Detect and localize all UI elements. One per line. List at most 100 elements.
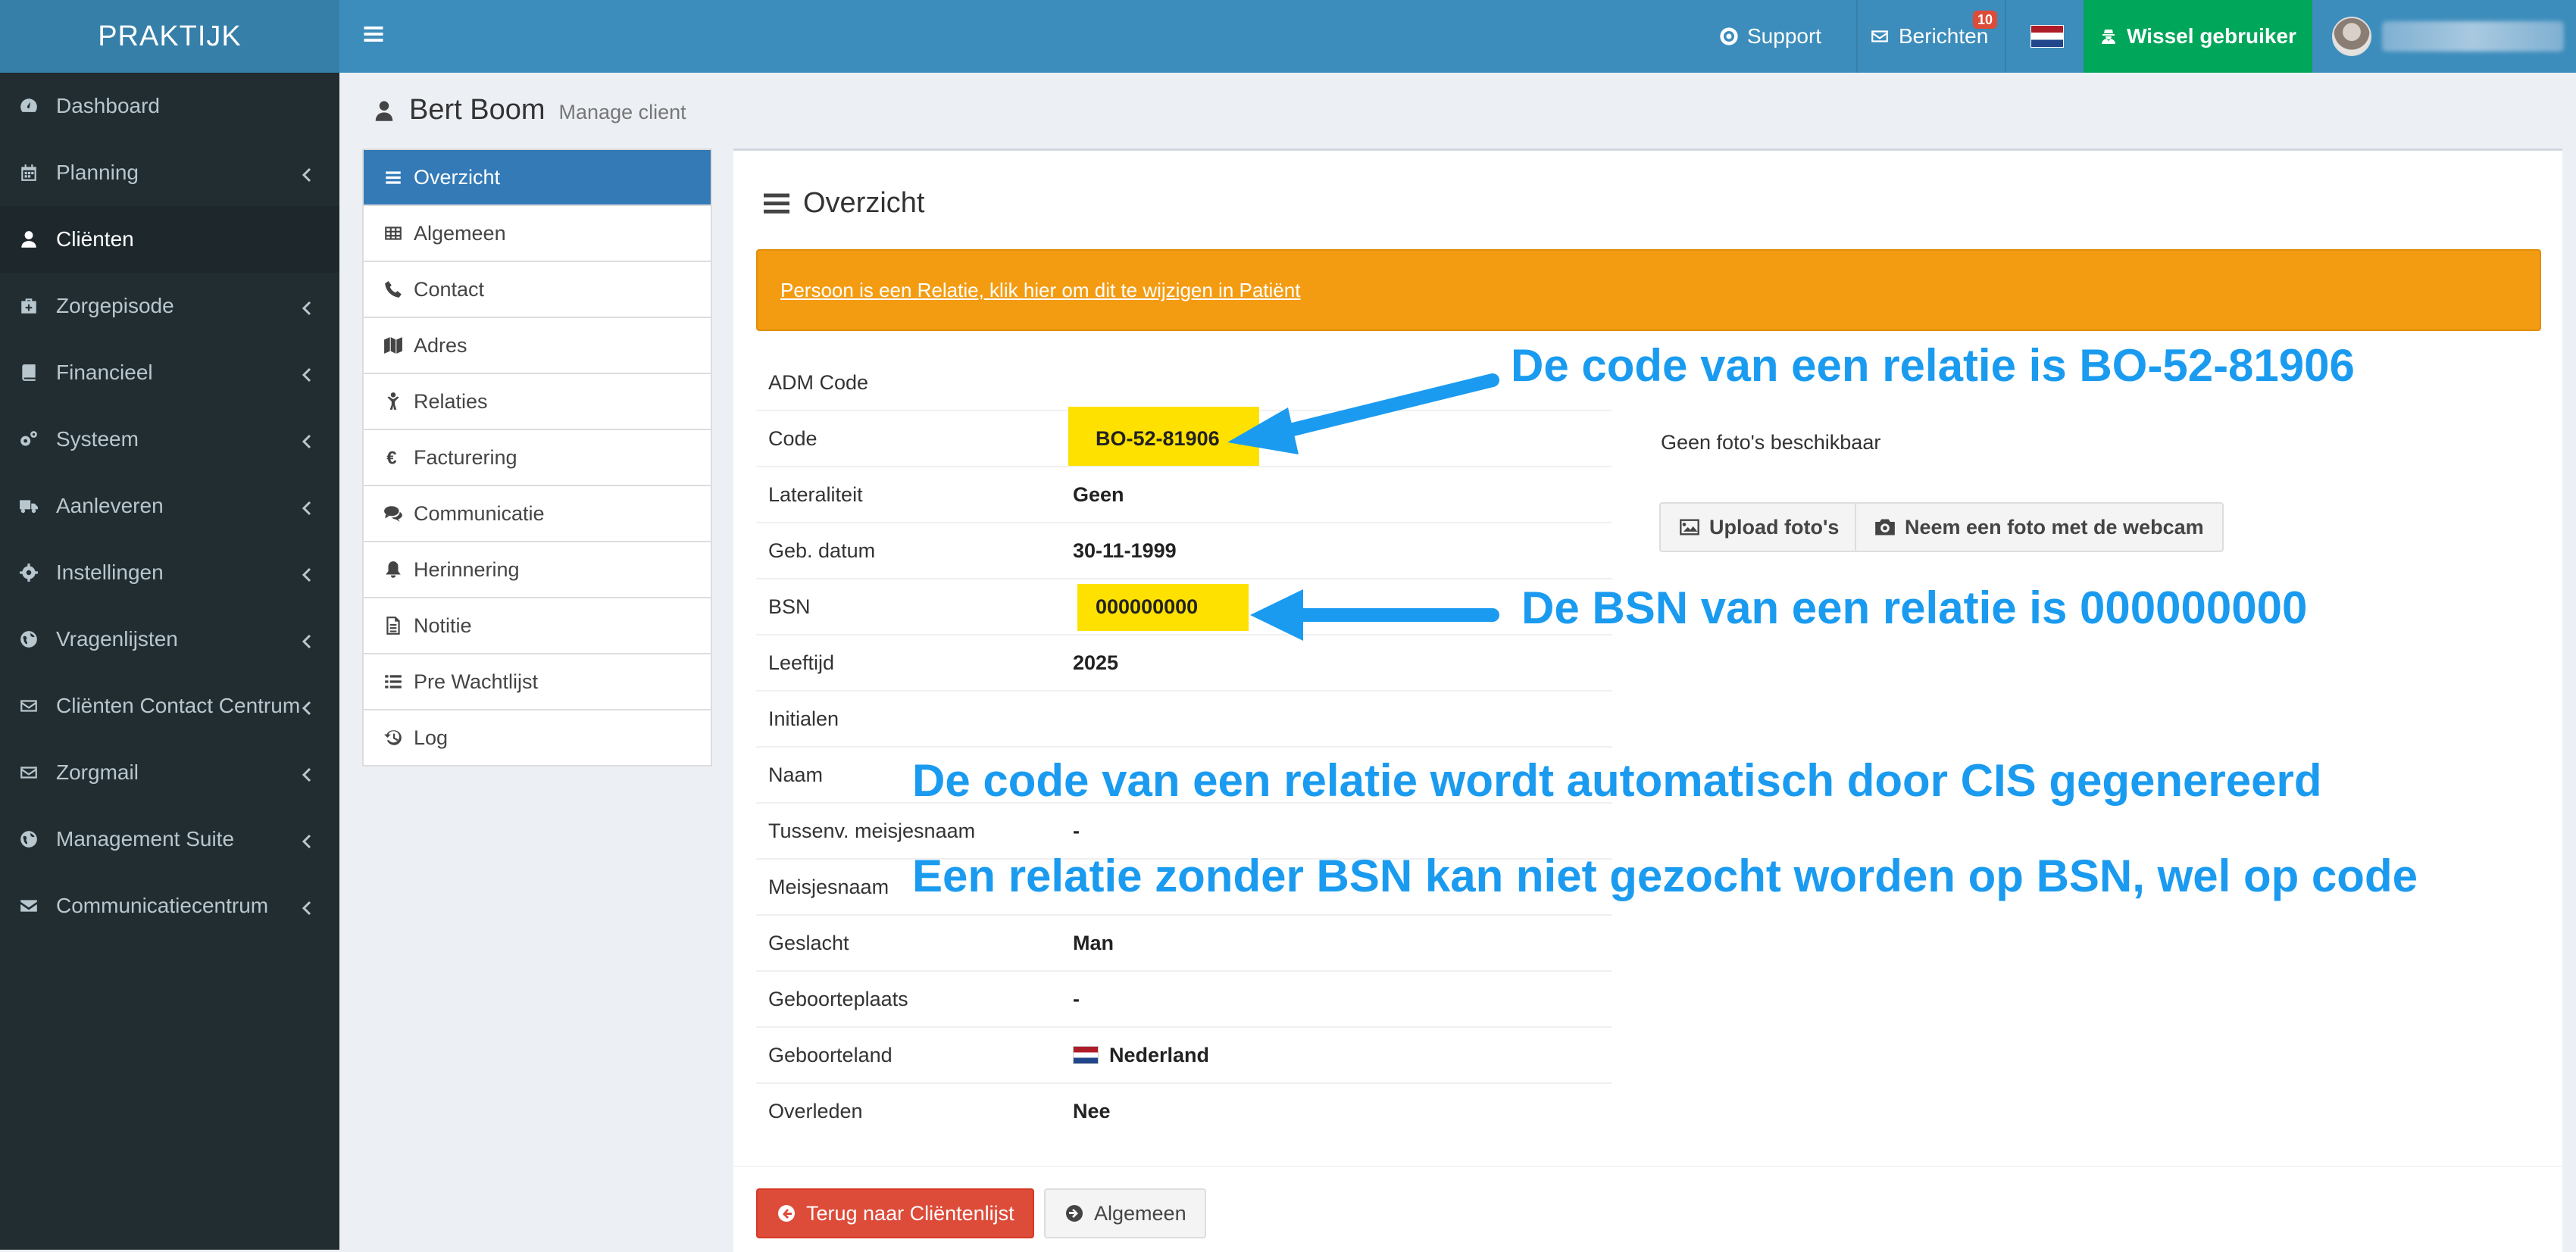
detail-label: BSN bbox=[768, 595, 811, 618]
detail-value-country: Nederland bbox=[1073, 1044, 1209, 1067]
sidebar-item-label: Financieel bbox=[56, 361, 153, 384]
arrow-to-code-icon bbox=[1227, 373, 1499, 454]
tab-herinnering[interactable]: Herinnering bbox=[364, 542, 711, 598]
user-name-blurred bbox=[2382, 21, 2564, 52]
client-details: ADM Code Code BO-52-81906 Lateraliteit Ge… bbox=[756, 355, 1612, 1138]
euro-icon: € bbox=[383, 448, 403, 467]
panel-header: Overzicht bbox=[764, 187, 924, 220]
webcam-photo-button[interactable]: Neem een foto met de webcam bbox=[1855, 502, 2224, 552]
chevron-left-icon bbox=[302, 498, 312, 516]
sidebar-item-label: Systeem bbox=[56, 427, 139, 451]
truck-icon bbox=[18, 495, 39, 517]
sidebar-item-dashboard[interactable]: Dashboard bbox=[0, 73, 339, 139]
sidebar-item-zorgmail[interactable]: Zorgmail bbox=[0, 739, 339, 806]
sidebar-item-financieel[interactable]: Financieel bbox=[0, 339, 339, 406]
annotation-bsn: De BSN van een relatie is 000000000 bbox=[1521, 582, 2308, 633]
detail-label: ADM Code bbox=[768, 370, 869, 394]
language-selector[interactable] bbox=[2030, 0, 2064, 73]
sidebar-item-clienten[interactable]: Cliënten bbox=[0, 206, 339, 273]
map-icon bbox=[383, 336, 403, 355]
tab-notitie[interactable]: Notitie bbox=[364, 598, 711, 654]
tab-label: Log bbox=[414, 726, 449, 749]
list-icon bbox=[383, 672, 403, 692]
detail-label: Overleden bbox=[768, 1099, 863, 1122]
menu-toggle-icon[interactable] bbox=[362, 23, 388, 48]
envelope-filled-icon bbox=[18, 895, 39, 916]
detail-label: Tussenv. meisjesnaam bbox=[768, 819, 976, 842]
user-icon bbox=[375, 101, 393, 121]
annotation-auto-generated: De code van een relatie wordt automatisc… bbox=[912, 755, 2322, 806]
support-link[interactable]: Support bbox=[1718, 0, 1821, 73]
file-text-icon bbox=[383, 616, 403, 635]
chevron-left-icon bbox=[302, 764, 312, 782]
chevron-left-icon bbox=[302, 698, 312, 716]
tab-label: Notitie bbox=[414, 614, 472, 637]
detail-label: Code bbox=[768, 426, 818, 450]
user-menu[interactable] bbox=[2332, 0, 2564, 73]
detail-value-code: BO-52-81906 bbox=[1096, 426, 1220, 450]
tab-log[interactable]: Log bbox=[364, 710, 711, 765]
detail-row-geb-datum: Geb. datum 30-11-1999 bbox=[756, 523, 1612, 579]
sidebar-item-management-suite[interactable]: Management Suite bbox=[0, 806, 339, 873]
chevron-left-icon bbox=[302, 364, 312, 382]
detail-label: Lateraliteit bbox=[768, 482, 863, 506]
sidebar-item-instellingen[interactable]: Instellingen bbox=[0, 539, 339, 606]
tab-adres[interactable]: Adres bbox=[364, 318, 711, 374]
back-to-clientlist-button[interactable]: Terug naar Cliëntenlijst bbox=[756, 1188, 1034, 1238]
sidebar-item-label: Zorgepisode bbox=[56, 294, 174, 317]
detail-label: Geboorteland bbox=[768, 1043, 893, 1066]
berichten-link[interactable]: Berichten bbox=[1868, 0, 1988, 73]
detail-label: Initialen bbox=[768, 707, 839, 730]
sidebar-item-communicatiecentrum[interactable]: Communicatiecentrum bbox=[0, 873, 339, 939]
button-label: Upload foto's bbox=[1709, 515, 1840, 539]
tab-algemeen[interactable]: Algemeen bbox=[364, 206, 711, 262]
arrow-circle-left-icon bbox=[778, 1205, 795, 1222]
image-icon bbox=[1680, 519, 1699, 535]
flag-nl-icon bbox=[2030, 25, 2064, 48]
relation-alert: Persoon is een Relatie, klik hier om dit… bbox=[756, 249, 2541, 331]
bell-icon bbox=[383, 560, 403, 579]
tab-relaties[interactable]: Relaties bbox=[364, 374, 711, 430]
tab-label: Contact bbox=[414, 277, 485, 301]
change-to-patient-link[interactable]: Persoon is een Relatie, klik hier om dit… bbox=[780, 279, 1300, 302]
tab-facturering[interactable]: € Facturering bbox=[364, 430, 711, 486]
tab-label: Herinnering bbox=[414, 557, 520, 581]
no-photo-text: Geen foto's beschikbaar bbox=[1661, 431, 1881, 454]
detail-value: - bbox=[1073, 819, 1080, 842]
sidebar-item-clienten-contact-centrum[interactable]: Cliënten Contact Centrum bbox=[0, 673, 339, 739]
table-icon bbox=[383, 223, 403, 243]
country-name: Nederland bbox=[1109, 1043, 1210, 1066]
tab-label: Pre Wachtlijst bbox=[414, 670, 539, 693]
sidebar-item-vragenlijsten[interactable]: Vragenlijsten bbox=[0, 606, 339, 673]
comments-icon bbox=[383, 504, 403, 523]
panel-title: Overzicht bbox=[803, 187, 925, 219]
annotation-code: De code van een relatie is BO-52-81906 bbox=[1511, 340, 2355, 391]
arrow-circle-right-icon bbox=[1066, 1205, 1083, 1222]
brand-logo[interactable]: PRAKTIJK bbox=[0, 0, 339, 73]
chevron-left-icon bbox=[302, 164, 312, 183]
sidebar-item-label: Cliënten Contact Centrum bbox=[56, 694, 301, 717]
tab-label: Communicatie bbox=[414, 501, 545, 525]
algemeen-button[interactable]: Algemeen bbox=[1044, 1188, 1206, 1238]
envelope-icon bbox=[1871, 30, 1888, 42]
sidebar-item-systeem[interactable]: Systeem bbox=[0, 406, 339, 473]
detail-row-lateraliteit: Lateraliteit Geen bbox=[756, 467, 1612, 523]
detail-value: - bbox=[1073, 987, 1080, 1010]
tab-contact[interactable]: Contact bbox=[364, 262, 711, 318]
tab-overzicht[interactable]: Overzicht bbox=[364, 150, 711, 206]
sidebar-item-aanleveren[interactable]: Aanleveren bbox=[0, 473, 339, 539]
sidebar-item-planning[interactable]: Planning bbox=[0, 139, 339, 206]
tab-label: Relaties bbox=[414, 389, 488, 413]
tab-label: Algemeen bbox=[414, 221, 506, 245]
upload-photo-button[interactable]: Upload foto's bbox=[1659, 502, 1859, 552]
tab-communicatie[interactable]: Communicatie bbox=[364, 486, 711, 542]
wissel-gebruiker-button[interactable]: Wissel gebruiker bbox=[2084, 0, 2312, 73]
sidebar-item-label: Vragenlijsten bbox=[56, 627, 178, 651]
tab-pre-wachtlijst[interactable]: Pre Wachtlijst bbox=[364, 654, 711, 710]
cogs-icon bbox=[18, 429, 39, 450]
detail-label: Geslacht bbox=[768, 931, 849, 954]
arrow-to-bsn-icon bbox=[1250, 589, 1499, 641]
page-title: Bert Boom bbox=[409, 94, 546, 126]
detail-value: 30-11-1999 bbox=[1073, 539, 1177, 562]
sidebar-item-zorgepisode[interactable]: Zorgepisode bbox=[0, 273, 339, 339]
